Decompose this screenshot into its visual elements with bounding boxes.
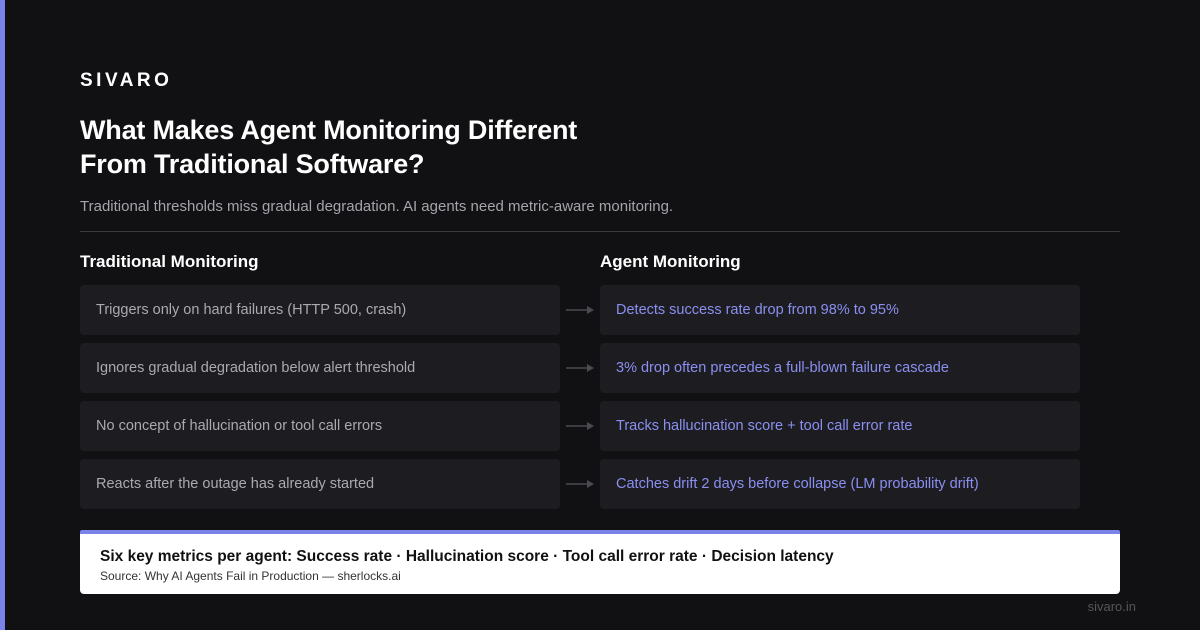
arrow-right-icon — [566, 480, 594, 488]
traditional-cell: Reacts after the outage has already star… — [80, 459, 560, 509]
callout-source: Source: Why AI Agents Fail in Production… — [100, 569, 401, 583]
left-accent-bar — [0, 0, 5, 630]
column-heading-traditional: Traditional Monitoring — [80, 252, 259, 271]
callout-title: Six key metrics per agent: Success rate … — [100, 548, 834, 565]
arrow-right-icon — [566, 364, 594, 372]
page-subtitle: Traditional thresholds miss gradual degr… — [80, 198, 674, 215]
agent-cell: 3% drop often precedes a full-blown fail… — [600, 343, 1080, 393]
column-heading-agent: Agent Monitoring — [600, 252, 741, 271]
comparison-table: Triggers only on hard failures (HTTP 500… — [80, 285, 1120, 517]
page-title-line-2: From Traditional Software? — [80, 149, 425, 179]
page-title: What Makes Agent Monitoring Different Fr… — [80, 113, 780, 181]
key-metrics-callout: Six key metrics per agent: Success rate … — [80, 534, 1120, 594]
agent-cell: Detects success rate drop from 98% to 95… — [600, 285, 1080, 335]
page-title-line-1: What Makes Agent Monitoring Different — [80, 115, 578, 145]
traditional-cell: No concept of hallucination or tool call… — [80, 401, 560, 451]
arrow-right-icon — [566, 306, 594, 314]
header-divider — [80, 231, 1120, 232]
traditional-cell: Ignores gradual degradation below alert … — [80, 343, 560, 393]
agent-cell: Tracks hallucination score + tool call e… — [600, 401, 1080, 451]
comparison-row: Reacts after the outage has already star… — [80, 459, 1120, 509]
arrow-right-icon — [566, 422, 594, 430]
comparison-row: Triggers only on hard failures (HTTP 500… — [80, 285, 1120, 335]
footer-domain: sivaro.in — [1087, 599, 1136, 614]
traditional-cell: Triggers only on hard failures (HTTP 500… — [80, 285, 560, 335]
comparison-row: Ignores gradual degradation below alert … — [80, 343, 1120, 393]
agent-cell: Catches drift 2 days before collapse (LM… — [600, 459, 1080, 509]
brand-logo: SIVARO — [80, 70, 173, 91]
comparison-row: No concept of hallucination or tool call… — [80, 401, 1120, 451]
